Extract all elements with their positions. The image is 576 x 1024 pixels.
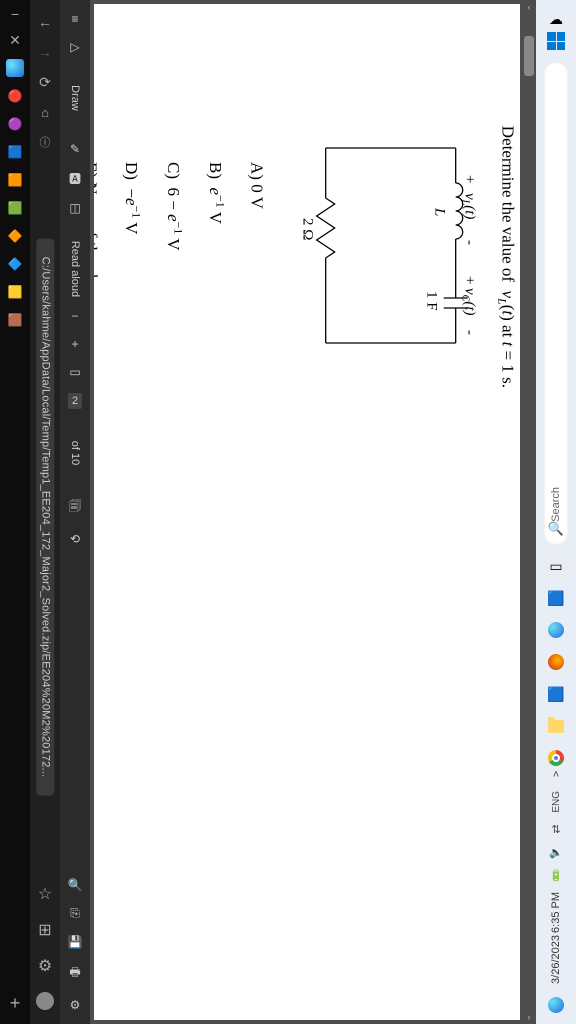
- erase-icon[interactable]: ◫: [69, 201, 80, 215]
- menu-icon[interactable]: ≡: [71, 12, 78, 26]
- choice-a: A) 0 V: [244, 162, 270, 922]
- volume-icon[interactable]: 🔈: [549, 846, 563, 859]
- inductor-label: L: [431, 207, 447, 216]
- chrome-app-icon[interactable]: [545, 747, 567, 769]
- choice-d: D) −e−1 V: [118, 162, 146, 922]
- scroll-down-arrow[interactable]: ›: [522, 1012, 536, 1022]
- tab-icon[interactable]: 🟦: [6, 143, 24, 161]
- vl-minus-label: -: [461, 240, 475, 245]
- save-icon[interactable]: 💾: [68, 935, 83, 949]
- clock[interactable]: 6:35 PM 3/26/2023: [550, 892, 562, 984]
- rotate-icon[interactable]: ⟲: [70, 532, 80, 546]
- scroll-thumb[interactable]: [524, 36, 534, 76]
- toolbar-settings-icon[interactable]: ⚙: [70, 998, 81, 1012]
- start-button[interactable]: [545, 30, 567, 52]
- vc-plus-label: +: [461, 276, 475, 284]
- draw-label[interactable]: Draw: [69, 85, 81, 111]
- answer-choices: A) 0 V B) e−1 V C) 6 − e−1 V D) −e−1 V E…: [94, 162, 270, 922]
- settings-icon[interactable]: ⚙: [38, 956, 52, 976]
- pdf-viewport: 1.In the following circuit, the inductan…: [90, 0, 536, 1024]
- tray-chevron-icon[interactable]: ˄: [553, 769, 559, 781]
- choice-e: E) None of the above: [94, 162, 104, 922]
- vl-label: vL(t): [459, 193, 475, 219]
- scroll-up-arrow[interactable]: ‹: [522, 2, 536, 12]
- taskbar-search[interactable]: Search 🔍: [544, 62, 568, 545]
- resistor-value-label: 2 Ω: [300, 218, 315, 240]
- page-number-input[interactable]: 2: [68, 393, 82, 409]
- page-view-icon[interactable]: 🗐: [69, 497, 81, 518]
- profile-icon[interactable]: [36, 992, 54, 1010]
- pdf-toolbar: ≡ ▷ Draw ✎ 🅰 ◫ Read aloud − + ▭ 2 of 10 …: [60, 0, 90, 1024]
- vl-plus-label: +: [461, 175, 475, 183]
- date-label: 3/26/2023: [550, 935, 562, 984]
- task-view-icon[interactable]: ▭: [545, 555, 567, 577]
- choice-b: B) e−1 V: [202, 162, 230, 922]
- app-icon[interactable]: 🟦: [545, 683, 567, 705]
- edge-minimized-icon[interactable]: [545, 994, 567, 1016]
- highlight-icon[interactable]: 🅰: [69, 170, 81, 187]
- system-tray: ˄ ENG ⇅ 🔈 🔋 6:35 PM 3/26/2023: [545, 769, 567, 1016]
- zoom-in-button[interactable]: +: [71, 337, 78, 351]
- draw-toggle-icon[interactable]: ▷: [70, 40, 79, 54]
- app-icon[interactable]: 🟦: [545, 587, 567, 609]
- collections-icon[interactable]: ⊞: [38, 920, 51, 940]
- lang-indicator[interactable]: ENG: [551, 791, 562, 813]
- battery-icon[interactable]: 🔋: [549, 869, 563, 882]
- copy-icon[interactable]: ⎘: [70, 906, 80, 921]
- tab-icon[interactable]: [6, 59, 24, 77]
- file-explorer-icon[interactable]: [545, 715, 567, 737]
- weather-widget[interactable]: ☁: [545, 8, 567, 30]
- search-icon: 🔍: [548, 521, 564, 537]
- fit-icon[interactable]: ▭: [69, 365, 80, 379]
- search-icon[interactable]: 🔍: [68, 878, 83, 892]
- circuit-diagram: + vL(t) - + vC(t) - L 1 F 2 Ω: [292, 128, 475, 922]
- read-aloud-button[interactable]: Read aloud: [69, 241, 81, 297]
- choice-c: C) 6 − e−1 V: [160, 162, 188, 922]
- favorites-icon[interactable]: ☆: [38, 884, 52, 904]
- pen-icon[interactable]: ✎: [70, 142, 80, 156]
- vc-label: vC(t): [459, 288, 475, 316]
- page-of-label: of 10: [69, 441, 81, 465]
- wifi-icon[interactable]: ⇅: [551, 823, 560, 836]
- tab-icon[interactable]: 🟣: [6, 115, 24, 133]
- firefox-app-icon[interactable]: [545, 651, 567, 673]
- pdf-page: 1.In the following circuit, the inductan…: [94, 4, 520, 1020]
- windows-taskbar: ☁ Search 🔍 ▭ 🟦 🟦 ˄ ENG ⇅ 🔈 🔋: [536, 0, 576, 1024]
- capacitor-value-label: 1 F: [423, 291, 439, 311]
- close-icon[interactable]: ✕: [9, 32, 21, 49]
- scrollbar[interactable]: ‹ ›: [522, 0, 536, 1024]
- minimize-icon[interactable]: −: [11, 6, 19, 22]
- new-tab-button[interactable]: +: [10, 993, 21, 1014]
- time-label: 6:35 PM: [550, 892, 562, 933]
- tab-icon[interactable]: 🔴: [6, 87, 24, 105]
- vc-minus-label: -: [461, 330, 475, 335]
- zoom-out-button[interactable]: −: [71, 309, 78, 323]
- address-text: C:/Users/kahme/AppData/Local/Temp/Temp1_…: [36, 239, 54, 796]
- question-text: 1.In the following circuit, the inductan…: [493, 102, 520, 922]
- search-label: Search: [550, 487, 562, 522]
- forward-button: →: [38, 44, 52, 60]
- edge-app-icon[interactable]: [545, 619, 567, 641]
- print-icon[interactable]: 🖶: [69, 963, 80, 984]
